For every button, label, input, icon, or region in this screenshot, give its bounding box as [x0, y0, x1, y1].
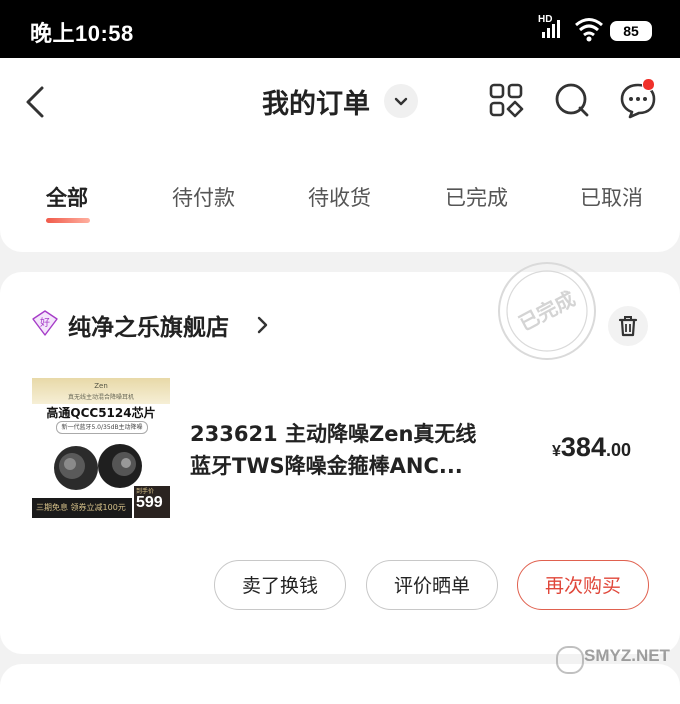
order-tabs: 全部 待付款 待收货 已完成 已取消: [0, 178, 680, 230]
review-button[interactable]: 评价晒单: [366, 560, 498, 610]
price-currency: ¥: [552, 443, 561, 460]
back-icon[interactable]: [20, 82, 54, 122]
product-image-promo: 三期免息 领券立减100元: [36, 503, 126, 512]
product-title[interactable]: 233621 主动降噪Zen真无线 蓝牙TWS降噪金箍棒ANC...: [190, 418, 510, 482]
trash-icon: [618, 316, 638, 337]
page-title: 我的订单: [262, 89, 370, 120]
shop-badge-text: 好: [40, 317, 50, 329]
order-card: 好 纯净之乐旗舰店 已完成 Zen 真无线主动混合降噪耳机 高通QCC5124芯…: [0, 262, 680, 654]
product-image-subtitle: 真无线主动混合降噪耳机: [67, 394, 134, 401]
tab-completed[interactable]: 已完成: [445, 182, 508, 212]
header-card: 我的订单 全部 待付款 待收货 已完成 已取消: [0, 58, 680, 252]
title-dropdown-button[interactable]: [384, 84, 418, 118]
tab-cancelled[interactable]: 已取消: [580, 182, 643, 212]
battery-icon: 85: [610, 21, 652, 41]
active-tab-indicator: [46, 218, 90, 223]
product-image-price: 599: [136, 494, 163, 511]
buy-again-button[interactable]: 再次购买: [517, 560, 649, 610]
price-decimal: .00: [605, 440, 631, 460]
tab-all[interactable]: 全部: [46, 182, 88, 212]
grid-icon[interactable]: [486, 80, 526, 120]
status-bar: 晚上10:58 HD 85: [0, 0, 680, 58]
tab-pending-payment[interactable]: 待付款: [172, 182, 235, 212]
status-stamp-text: 已完成: [515, 286, 579, 335]
notification-dot: [642, 78, 655, 91]
wifi-icon: [575, 18, 603, 42]
product-image[interactable]: Zen 真无线主动混合降噪耳机 高通QCC5124芯片 新一代蓝牙5.0/35d…: [32, 378, 170, 518]
search-icon[interactable]: [552, 80, 592, 120]
chevron-down-icon: [394, 97, 408, 106]
watermark-logo-icon: [556, 646, 584, 674]
order-price: ¥384.00: [552, 432, 631, 463]
tab-pending-receipt[interactable]: 待收货: [308, 182, 371, 212]
product-title-line-2: 蓝牙TWS降噪金箍棒ANC...: [190, 454, 463, 478]
completed-stamp-icon: 已完成: [498, 262, 596, 360]
price-integer: 384: [560, 432, 606, 462]
signal-icon: HD: [538, 14, 568, 40]
sell-for-cash-button[interactable]: 卖了换钱: [214, 560, 346, 610]
shop-name: 纯净之乐旗舰店: [68, 315, 229, 341]
status-time: 晚上10:58: [30, 21, 134, 46]
watermark: SMYZ.NET: [584, 646, 670, 665]
product-image-pill: 新一代蓝牙5.0/35dB主动降噪: [56, 421, 148, 434]
delete-order-button[interactable]: [608, 306, 648, 346]
product-image-brand: Zen: [94, 382, 108, 390]
chevron-right-icon: [257, 316, 268, 334]
shop-badge-icon: 好: [32, 310, 58, 336]
product-title-line-1: 233621 主动降噪Zen真无线: [190, 422, 477, 446]
product-image-headline: 高通QCC5124芯片: [46, 406, 156, 420]
